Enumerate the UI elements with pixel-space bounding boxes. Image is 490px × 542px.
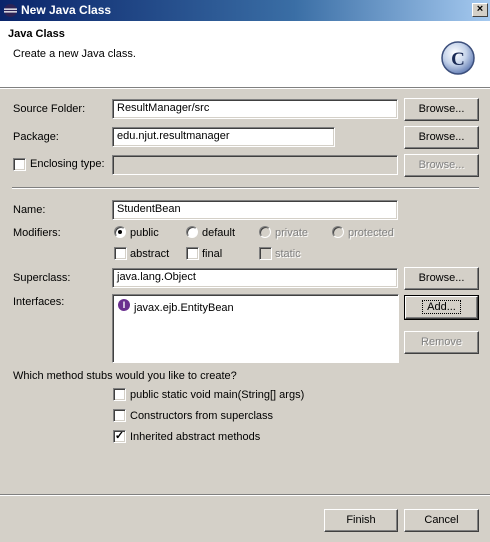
name-label: Name: — [13, 204, 46, 216]
banner-description: Create a new Java class. — [13, 48, 136, 60]
banner-title: Java Class — [8, 28, 65, 40]
close-button[interactable]: × — [472, 3, 488, 17]
superclass-input[interactable]: java.lang.Object — [112, 268, 398, 288]
source-folder-input[interactable]: ResultManager/src — [112, 99, 398, 119]
superclass-browse-button[interactable]: Browse... — [404, 267, 479, 290]
modifier-private-radio[interactable] — [259, 226, 271, 238]
cancel-button[interactable]: Cancel — [404, 509, 479, 532]
enclosing-type-browse-button[interactable]: Browse... — [404, 154, 479, 177]
interfaces-add-label: Add... — [422, 300, 461, 314]
modifier-final-label: final — [202, 248, 223, 260]
enclosing-type-checkbox[interactable] — [13, 158, 26, 171]
modifier-static-label: static — [275, 248, 301, 260]
interfaces-label: Interfaces: — [13, 296, 65, 308]
stub-inherited-label: Inherited abstract methods — [130, 431, 261, 443]
package-label: Package: — [13, 131, 59, 143]
modifier-default-radio[interactable] — [186, 226, 198, 238]
modifier-protected-radio[interactable] — [332, 226, 344, 238]
interface-icon: I — [118, 299, 130, 311]
modifier-default-label: default — [202, 227, 236, 239]
package-browse-button[interactable]: Browse... — [404, 126, 479, 149]
modifier-abstract-label: abstract — [130, 248, 170, 260]
enclosing-type-input[interactable] — [112, 155, 398, 175]
modifier-private-label: private — [275, 227, 309, 239]
stub-constructors-label: Constructors from superclass — [130, 410, 274, 422]
section-separator — [12, 187, 479, 189]
stub-constructors-checkbox[interactable] — [113, 409, 126, 422]
stub-main-label: public static void main(String[] args) — [130, 389, 305, 401]
superclass-label: Superclass: — [13, 272, 71, 284]
svg-text:C: C — [451, 49, 465, 70]
footer-separator — [0, 494, 490, 496]
modifier-public-label: public — [130, 227, 159, 239]
modifier-final-checkbox[interactable] — [186, 247, 199, 260]
finish-button[interactable]: Finish — [324, 509, 398, 532]
interfaces-add-button[interactable]: Add... — [404, 295, 479, 320]
class-wizard-icon: C — [441, 41, 475, 75]
modifier-public-radio[interactable] — [114, 226, 126, 238]
method-stubs-question: Which method stubs would you like to cre… — [13, 370, 237, 382]
eclipse-icon — [4, 4, 17, 17]
source-folder-browse-button[interactable]: Browse... — [404, 98, 479, 121]
interface-list-item[interactable]: javax.ejb.EntityBean — [134, 302, 234, 314]
banner-divider — [0, 87, 490, 89]
modifier-protected-label: protected — [348, 227, 394, 239]
stub-main-checkbox[interactable] — [113, 388, 126, 401]
source-folder-label: Source Folder: — [13, 103, 86, 115]
modifiers-label: Modifiers: — [13, 227, 61, 239]
close-icon: × — [476, 3, 484, 15]
modifier-abstract-checkbox[interactable] — [114, 247, 127, 260]
interfaces-remove-button[interactable]: Remove — [404, 331, 479, 354]
package-input[interactable]: edu.njut.resultmanager — [112, 127, 335, 147]
modifier-static-checkbox[interactable] — [259, 247, 272, 260]
stub-inherited-checkbox[interactable]: ✓ — [113, 430, 126, 443]
enclosing-type-label: Enclosing type: — [30, 158, 105, 170]
checkmark-icon: ✓ — [114, 430, 125, 442]
window-title: New Java Class — [21, 3, 112, 17]
name-input[interactable]: StudentBean — [112, 200, 398, 220]
